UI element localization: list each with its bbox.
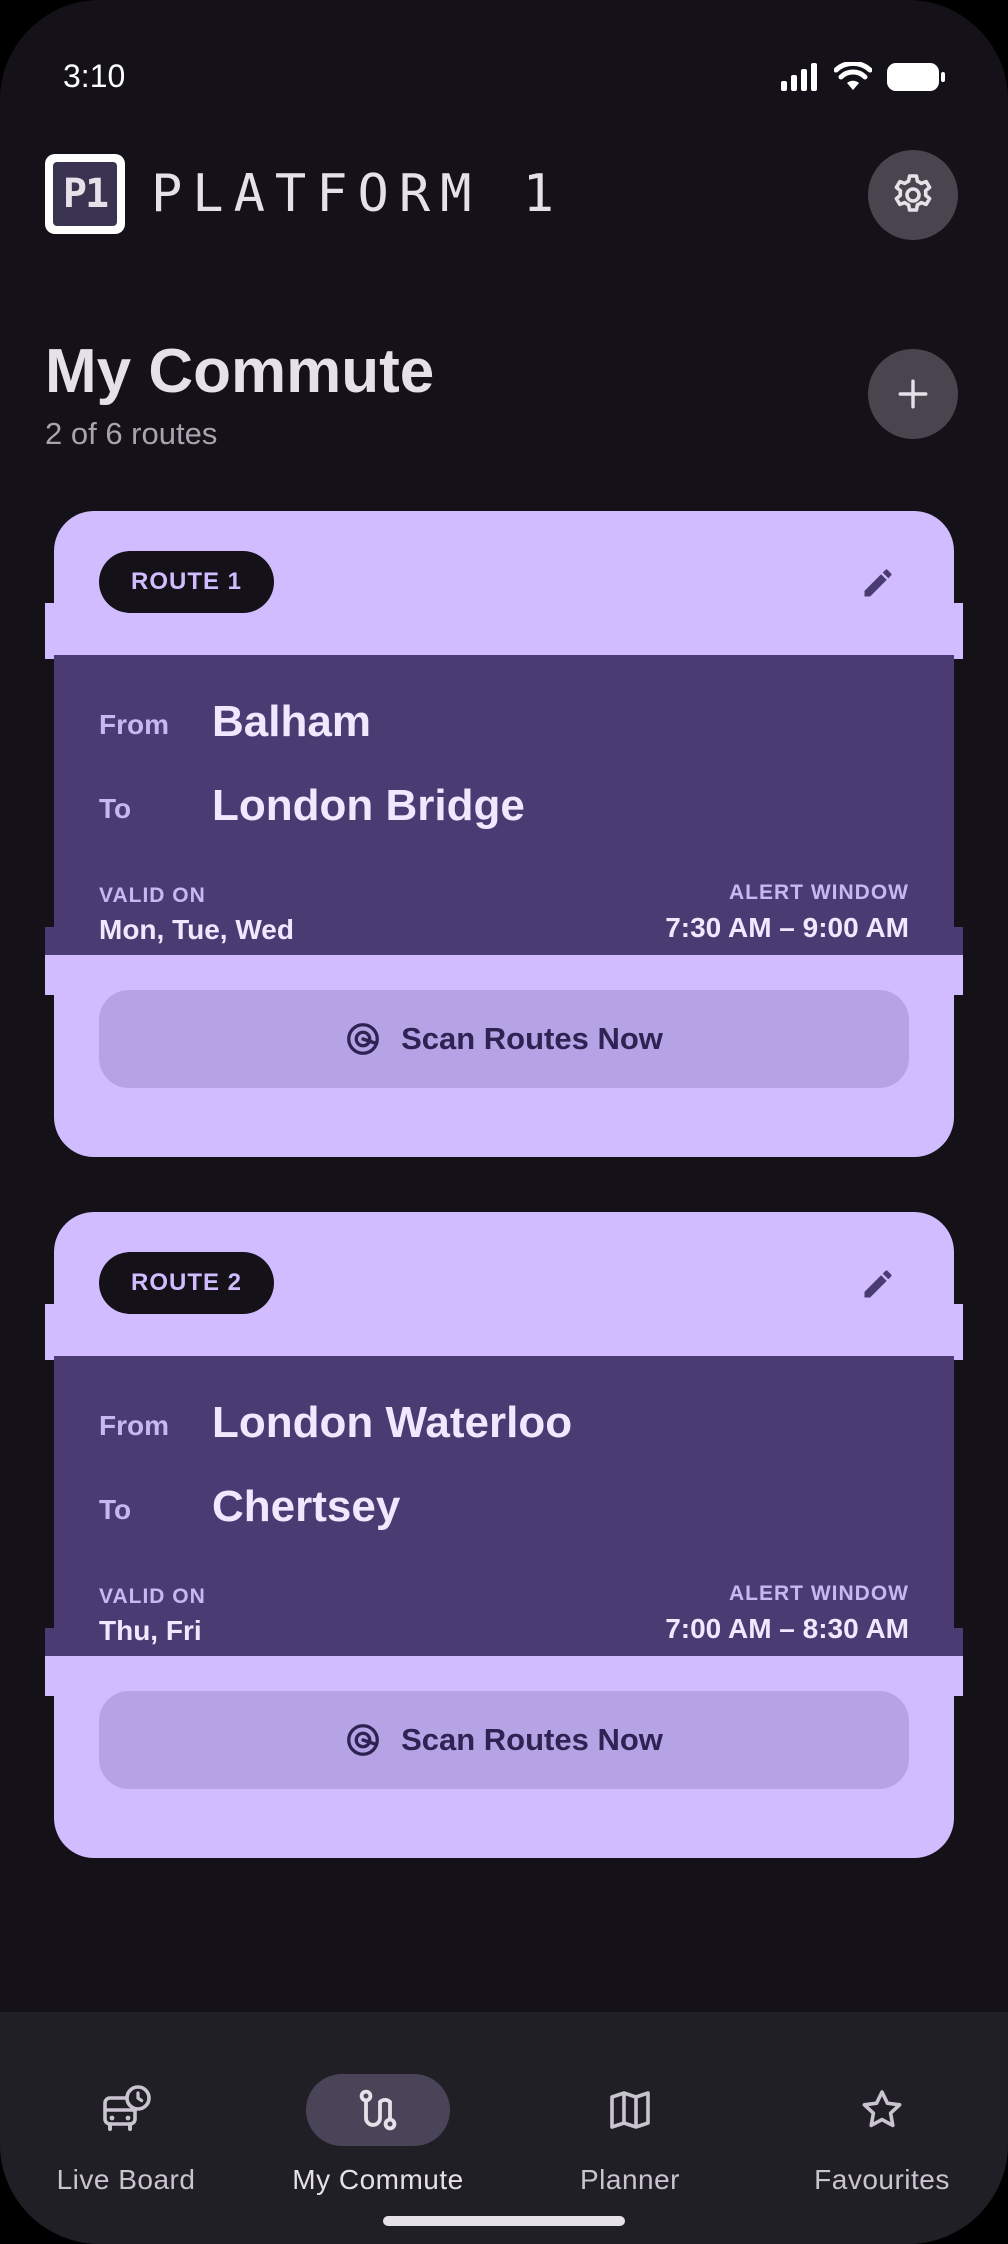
route-badge: ROUTE 1	[99, 551, 275, 613]
signal-icon	[781, 63, 817, 91]
status-icons	[780, 62, 946, 92]
alert-window-time: 7:30 AM – 9:00 AM	[665, 912, 909, 943]
home-indicator	[383, 2216, 625, 2226]
from-label: From	[99, 709, 169, 740]
star-icon	[862, 2090, 902, 2128]
to-station: London Bridge	[212, 781, 525, 830]
pencil-icon	[864, 569, 892, 597]
valid-on-days: Thu, Fri	[99, 1615, 202, 1646]
app-header: P1 PLATFORM 1	[45, 150, 958, 240]
from-label: From	[99, 1410, 169, 1441]
add-route-button[interactable]	[868, 349, 958, 439]
scan-routes-button[interactable]: Scan Routes Now	[99, 990, 909, 1088]
nav-label: Favourites	[814, 2164, 950, 2195]
app-logo: P1	[45, 154, 125, 234]
route-count: 2 of 6 routes	[45, 416, 218, 451]
scan-routes-button[interactable]: Scan Routes Now	[99, 1691, 909, 1789]
nav-item-my-commute[interactable]: My Commute	[252, 2042, 504, 2195]
valid-on-label: VALID ON	[99, 884, 206, 907]
nav-item-favourites[interactable]: Favourites	[756, 2042, 1008, 2195]
wifi-icon	[834, 62, 872, 90]
alert-window-label: ALERT WINDOW	[729, 1582, 909, 1605]
status-time: 3:10	[63, 58, 126, 94]
battery-icon	[887, 63, 945, 91]
edit-route-button[interactable]	[850, 555, 906, 611]
nav-label: Planner	[579, 2164, 680, 2195]
to-label: To	[99, 1494, 132, 1525]
route-card: ROUTE 1 From Balham To London Bridge VAL…	[45, 511, 963, 1157]
scan-routes-label: Scan Routes Now	[401, 1722, 663, 1757]
valid-on-days: Mon, Tue, Wed	[99, 914, 294, 945]
nav-item-live-board[interactable]: Live Board	[0, 2042, 252, 2195]
plus-icon	[898, 379, 928, 409]
to-label: To	[99, 793, 132, 824]
scan-icon	[347, 1023, 379, 1055]
scan-routes-label: Scan Routes Now	[401, 1021, 663, 1056]
route-card: ROUTE 2 From London Waterloo To Chertsey…	[45, 1212, 963, 1858]
pencil-icon	[864, 1270, 892, 1298]
to-station: Chertsey	[212, 1482, 401, 1531]
nav-item-planner[interactable]: Planner	[504, 2042, 756, 2195]
brand-name: PLATFORM 1	[151, 164, 565, 224]
route-badge: ROUTE 2	[99, 1252, 275, 1314]
bottom-nav: Live Board My Commute Planner Favourites	[0, 2012, 1008, 2244]
scan-icon	[347, 1724, 379, 1756]
route-icon	[359, 2089, 397, 2131]
bus-clock-icon	[103, 2085, 151, 2131]
gear-icon	[894, 174, 932, 212]
page-title: My Commute	[45, 337, 435, 406]
nav-label: My Commute	[292, 2164, 464, 2195]
status-bar: 3:10	[0, 0, 1008, 140]
alert-window-label: ALERT WINDOW	[729, 881, 909, 904]
app-logo-text: P1	[53, 162, 117, 226]
valid-on-label: VALID ON	[99, 1585, 206, 1608]
alert-window-time: 7:00 AM – 8:30 AM	[665, 1613, 909, 1644]
from-station: London Waterloo	[212, 1398, 573, 1447]
edit-route-button[interactable]	[850, 1256, 906, 1312]
nav-label: Live Board	[56, 2164, 196, 2195]
settings-button[interactable]	[868, 150, 958, 240]
map-icon	[610, 2091, 650, 2129]
from-station: Balham	[212, 697, 371, 746]
app-screen: 3:10 P1 PLATFORM 1 My Commute 2 of 6 rou…	[0, 0, 1008, 2244]
